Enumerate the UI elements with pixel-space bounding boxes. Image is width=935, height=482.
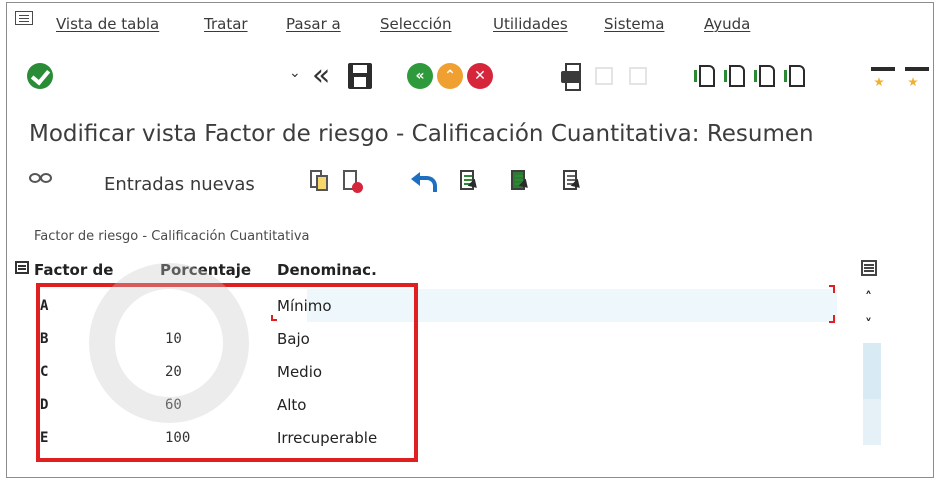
select-all-icon[interactable] — [458, 170, 481, 194]
application-toolbar: Entradas nuevas — [7, 165, 935, 201]
table-section-label: Factor de riesgo - Calificación Cuantita… — [34, 229, 310, 244]
print-icon[interactable] — [559, 63, 583, 91]
system-toolbar: ⌄ « « ⌃ ✕ — [7, 58, 935, 99]
create-session-icon[interactable] — [871, 67, 895, 89]
table-settings-icon[interactable] — [15, 261, 29, 274]
scroll-up-icon[interactable]: ˄ — [865, 290, 872, 306]
last-page-icon[interactable] — [784, 63, 809, 91]
deselect-all-icon[interactable] — [561, 170, 584, 194]
new-entries-button[interactable]: Entradas nuevas — [104, 174, 255, 195]
menu-bar: Vista de tabla Tratar Pasar a Selección … — [7, 3, 935, 43]
first-page-icon[interactable] — [694, 63, 719, 91]
menu-sistema[interactable]: Sistema — [604, 15, 664, 33]
undo-icon[interactable] — [411, 170, 437, 192]
edit-cursor-mark — [829, 315, 835, 323]
menu-utilidades[interactable]: Utilidades — [493, 15, 568, 33]
menu-pasar-a[interactable]: Pasar a — [286, 15, 341, 33]
scroll-down-icon[interactable]: ˅ — [865, 317, 872, 333]
chevron-down-icon[interactable]: ⌄ — [289, 65, 301, 81]
save-icon[interactable] — [348, 63, 372, 89]
back-double-icon[interactable]: « — [312, 58, 330, 93]
column-header-denominacion[interactable]: Denominac. — [277, 261, 377, 279]
column-layout-icon[interactable] — [861, 260, 877, 276]
find-icon — [595, 67, 613, 85]
next-page-icon[interactable] — [754, 63, 779, 91]
menu-seleccion[interactable]: Selección — [380, 15, 452, 33]
back-icon[interactable]: « — [407, 63, 433, 89]
delete-icon[interactable] — [341, 170, 363, 194]
exit-icon[interactable]: ⌃ — [437, 63, 463, 89]
previous-page-icon[interactable] — [724, 63, 749, 91]
column-header-factor[interactable]: Factor de — [34, 261, 113, 279]
sap-window: Vista de tabla Tratar Pasar a Selección … — [6, 2, 934, 478]
edit-cursor-mark — [271, 315, 277, 321]
menu-tratar[interactable]: Tratar — [204, 15, 248, 33]
select-block-icon[interactable] — [509, 170, 532, 194]
shortcut-icon[interactable] — [905, 67, 929, 89]
menu-icon[interactable] — [15, 11, 33, 25]
menu-ayuda[interactable]: Ayuda — [704, 15, 750, 33]
cancel-icon[interactable]: ✕ — [467, 63, 493, 89]
edit-cursor-mark — [829, 285, 835, 293]
find-next-icon — [629, 67, 647, 85]
scrollbar-thumb[interactable] — [863, 343, 881, 399]
watermark — [89, 263, 249, 423]
display-change-icon[interactable] — [27, 169, 53, 191]
menu-vista-de-tabla[interactable]: Vista de tabla — [56, 15, 159, 33]
copy-icon[interactable] — [308, 170, 330, 194]
page-title: Modificar vista Factor de riesgo - Calif… — [29, 121, 814, 147]
ok-icon[interactable] — [27, 63, 53, 89]
